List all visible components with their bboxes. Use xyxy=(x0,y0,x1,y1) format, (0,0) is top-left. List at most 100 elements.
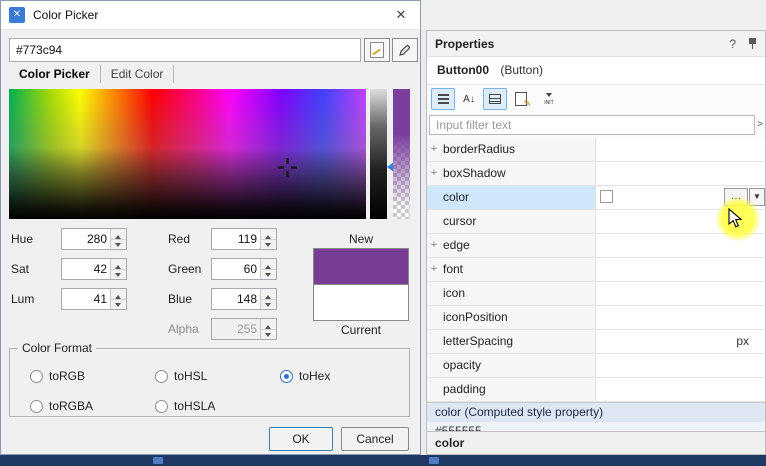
green-stepper[interactable] xyxy=(211,258,277,280)
property-value[interactable]: px xyxy=(595,330,765,353)
ok-button[interactable]: OK xyxy=(269,427,333,451)
spin-down-icon[interactable] xyxy=(111,240,126,250)
property-name[interactable]: iconPosition xyxy=(441,306,595,329)
spin-up-icon[interactable] xyxy=(261,229,276,240)
expand-toggle[interactable] xyxy=(427,186,441,209)
spin-down-icon[interactable] xyxy=(111,300,126,310)
section-footer: color xyxy=(427,431,765,454)
spin-up-icon[interactable] xyxy=(111,229,126,240)
pin-icon[interactable] xyxy=(748,37,757,50)
spin-down-icon[interactable] xyxy=(261,300,276,310)
eyedropper-button[interactable] xyxy=(392,38,418,62)
hue-input[interactable] xyxy=(62,229,110,249)
blue-input[interactable] xyxy=(212,289,260,309)
expand-arrow-icon[interactable]: > xyxy=(757,119,763,130)
tab-color-picker[interactable]: Color Picker xyxy=(9,65,101,83)
radio-toRGB[interactable]: toRGB xyxy=(30,369,85,383)
spin-up-icon[interactable] xyxy=(261,259,276,270)
expand-toggle[interactable] xyxy=(427,282,441,305)
spin-down-icon[interactable] xyxy=(111,270,126,280)
app-icon xyxy=(9,7,25,23)
blue-stepper[interactable] xyxy=(211,288,277,310)
property-name[interactable]: borderRadius xyxy=(441,138,595,161)
init-values-button[interactable]: INIT xyxy=(537,88,561,110)
expand-toggle[interactable] xyxy=(427,210,441,233)
edit-form-button[interactable] xyxy=(509,88,533,110)
property-name[interactable]: edge xyxy=(441,234,595,257)
color-format-legend: Color Format xyxy=(18,341,96,355)
sat-input[interactable] xyxy=(62,259,110,279)
spin-up-icon[interactable] xyxy=(111,289,126,300)
edit-color-button[interactable] xyxy=(364,38,390,62)
property-value[interactable] xyxy=(595,306,765,329)
more-options-button[interactable]: … xyxy=(724,188,748,206)
radio-toHSL[interactable]: toHSL xyxy=(155,369,207,383)
cancel-button[interactable]: Cancel xyxy=(341,427,409,451)
green-label: Green xyxy=(168,262,201,276)
expand-toggle[interactable]: + xyxy=(427,162,441,185)
close-icon[interactable]: ✕ xyxy=(390,7,412,23)
property-value[interactable] xyxy=(595,354,765,377)
property-name[interactable]: opacity xyxy=(441,354,595,377)
expand-toggle[interactable]: + xyxy=(427,258,441,281)
object-name: Button00 xyxy=(437,63,489,77)
categorized-view-button[interactable] xyxy=(483,88,507,110)
filter-input[interactable] xyxy=(429,115,755,135)
spin-down-icon[interactable] xyxy=(261,240,276,250)
property-name[interactable]: boxShadow xyxy=(441,162,595,185)
property-value[interactable] xyxy=(595,162,765,185)
expand-toggle[interactable]: + xyxy=(427,138,441,161)
lum-stepper[interactable] xyxy=(61,288,127,310)
alpha-slider[interactable] xyxy=(393,89,410,219)
dialog-titlebar[interactable]: Color Picker ✕ xyxy=(1,1,420,30)
property-name[interactable]: cursor xyxy=(441,210,595,233)
hue-stepper[interactable] xyxy=(61,228,127,250)
expand-toggle[interactable] xyxy=(427,378,441,401)
spin-down-icon[interactable] xyxy=(261,270,276,280)
radio-toHSLA[interactable]: toHSLA xyxy=(155,399,215,413)
color-gradient-area[interactable] xyxy=(9,89,366,219)
expand-toggle[interactable] xyxy=(427,330,441,353)
property-name[interactable]: padding xyxy=(441,378,595,401)
property-value[interactable] xyxy=(595,258,765,281)
sort-order-button[interactable] xyxy=(431,88,455,110)
radio-toRGBA[interactable]: toRGBA xyxy=(30,399,93,413)
sat-label: Sat xyxy=(11,262,29,276)
red-stepper[interactable] xyxy=(211,228,277,250)
spin-up-icon[interactable] xyxy=(111,259,126,270)
radio-toHex[interactable]: toHex xyxy=(280,369,330,383)
taskbar-item[interactable] xyxy=(429,457,439,464)
property-value[interactable] xyxy=(595,282,765,305)
property-value[interactable] xyxy=(595,138,765,161)
property-value[interactable] xyxy=(595,234,765,257)
hex-color-input[interactable] xyxy=(9,38,361,62)
crosshair-handle[interactable] xyxy=(278,158,297,177)
panel-title: Properties xyxy=(435,37,494,51)
color-value-swatch[interactable] xyxy=(600,190,613,203)
sat-stepper[interactable] xyxy=(61,258,127,280)
property-name[interactable]: font xyxy=(441,258,595,281)
category-icon xyxy=(489,94,501,104)
expand-toggle[interactable] xyxy=(427,306,441,329)
help-icon[interactable]: ? xyxy=(729,37,736,51)
spin-buttons xyxy=(260,229,276,249)
sort-alphabetical-button[interactable]: A↓ xyxy=(457,88,481,110)
red-input[interactable] xyxy=(212,229,260,249)
green-input[interactable] xyxy=(212,259,260,279)
property-value[interactable]: … ▼ xyxy=(595,186,765,209)
eyedropper-icon xyxy=(397,42,413,58)
property-name[interactable]: icon xyxy=(441,282,595,305)
expand-toggle[interactable] xyxy=(427,354,441,377)
expand-toggle[interactable]: + xyxy=(427,234,441,257)
spin-up-icon[interactable] xyxy=(261,289,276,300)
property-name[interactable]: letterSpacing xyxy=(441,330,595,353)
dropdown-button[interactable]: ▼ xyxy=(749,188,765,206)
property-value[interactable] xyxy=(595,378,765,401)
property-name[interactable]: color xyxy=(441,186,595,209)
lum-input[interactable] xyxy=(62,289,110,309)
property-value[interactable] xyxy=(595,210,765,233)
taskbar-item[interactable] xyxy=(153,457,163,464)
lum-label: Lum xyxy=(11,292,34,306)
tab-edit-color[interactable]: Edit Color xyxy=(101,65,175,83)
luminance-slider[interactable] xyxy=(370,89,387,219)
